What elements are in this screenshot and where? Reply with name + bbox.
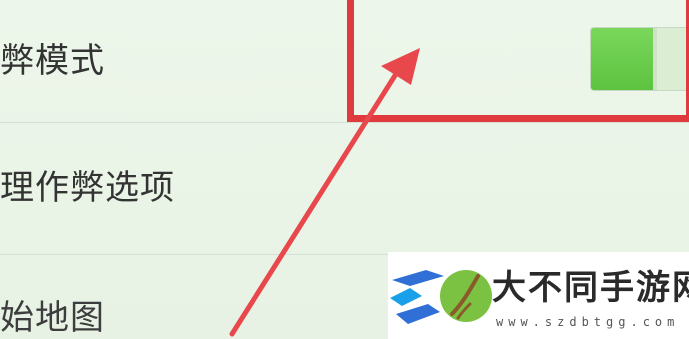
watermark-title: 大不同手游网 — [492, 268, 689, 308]
setting-label: 始地图 — [0, 298, 105, 338]
setting-label: 理作弊选项 — [0, 168, 175, 208]
setting-label: 弊模式 — [0, 41, 105, 81]
watermark-banner: 大不同手游网 www.szdbtgg.com — [388, 252, 689, 339]
settings-screen: 弊模式 理作弊选项 始地图 大不同手游网 www.szdbtgg.com — [0, 0, 689, 339]
watermark-url: www.szdbtgg.com — [496, 315, 680, 329]
highlight-box — [347, 0, 689, 122]
leaf-swoosh-logo-icon — [390, 270, 492, 324]
setting-row-manage-cheats[interactable]: 理作弊选项 — [0, 123, 689, 255]
